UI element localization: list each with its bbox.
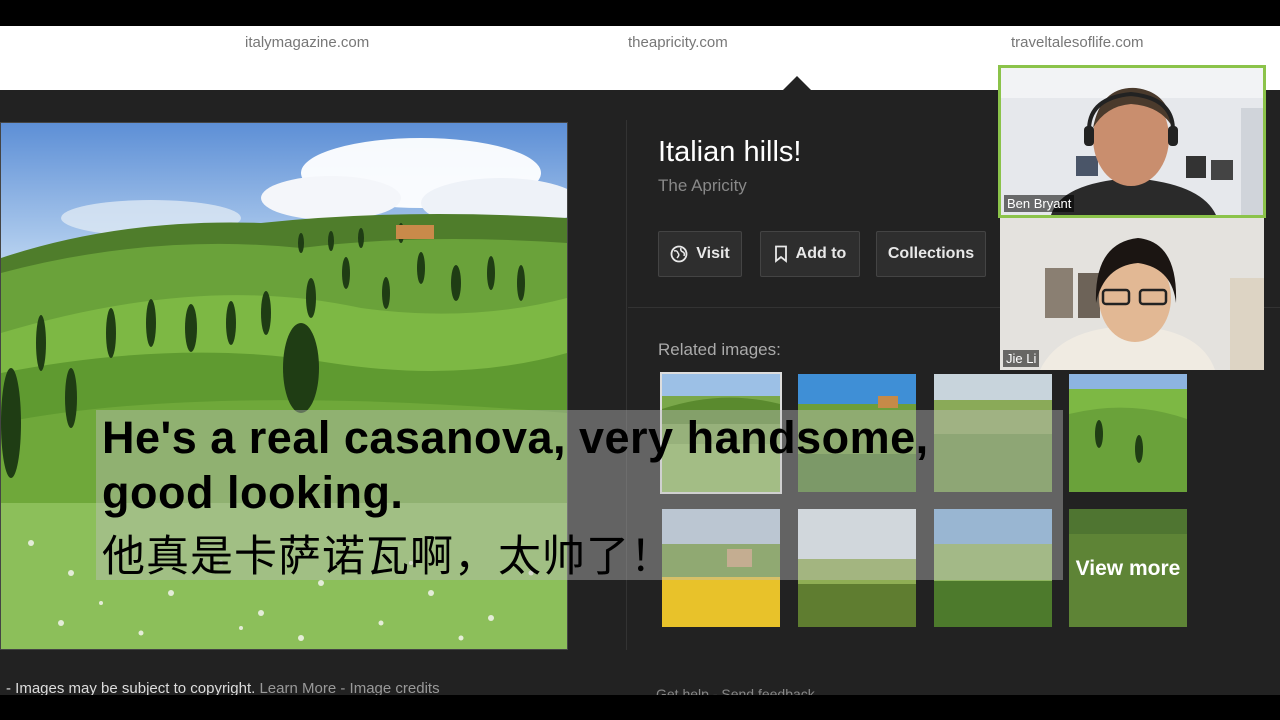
video-feed (1000, 218, 1264, 370)
subtitle-line-2: good looking. (102, 467, 404, 518)
source-link-theapricity[interactable]: theapricity.com (628, 34, 728, 51)
image-source[interactable]: The Apricity (658, 176, 747, 196)
subtitle-line-chinese: 他真是卡萨诺瓦啊，太帅了！ (102, 532, 674, 582)
participant-name: Jie Li (1003, 350, 1040, 367)
add-to-button-label: Add to (795, 245, 847, 262)
visit-button-label: Visit (696, 245, 730, 262)
visit-button[interactable]: Visit (658, 231, 742, 277)
source-link-italymagazine[interactable]: italymagazine.com (245, 34, 369, 51)
collections-button-label: Collections (887, 245, 975, 262)
image-title: Italian hills! (658, 136, 802, 168)
participant-video-jie[interactable]: Jie Li (1000, 218, 1264, 370)
thumbnail-image (1069, 374, 1187, 492)
collections-button[interactable]: Collections (876, 231, 986, 277)
related-thumbnail[interactable] (1069, 374, 1187, 492)
view-more-label: View more (1069, 509, 1187, 627)
participant-name: Ben Bryant (1004, 195, 1075, 212)
bookmark-icon (774, 245, 787, 263)
source-link-traveltales[interactable]: traveltalesoflife.com (1011, 34, 1144, 51)
subtitle-line-1: He's a real casanova, very handsome, (102, 412, 929, 463)
add-to-button[interactable]: Add to (760, 231, 860, 277)
globe-icon (670, 245, 688, 263)
panel-pointer (783, 76, 811, 90)
related-images-label: Related images: (658, 340, 781, 359)
top-letterbox (0, 0, 1280, 26)
participant-video-ben[interactable]: Ben Bryant (998, 65, 1266, 218)
video-feed (1001, 68, 1263, 215)
bottom-letterbox (0, 695, 1280, 720)
view-more-button[interactable]: View more (1069, 509, 1187, 627)
